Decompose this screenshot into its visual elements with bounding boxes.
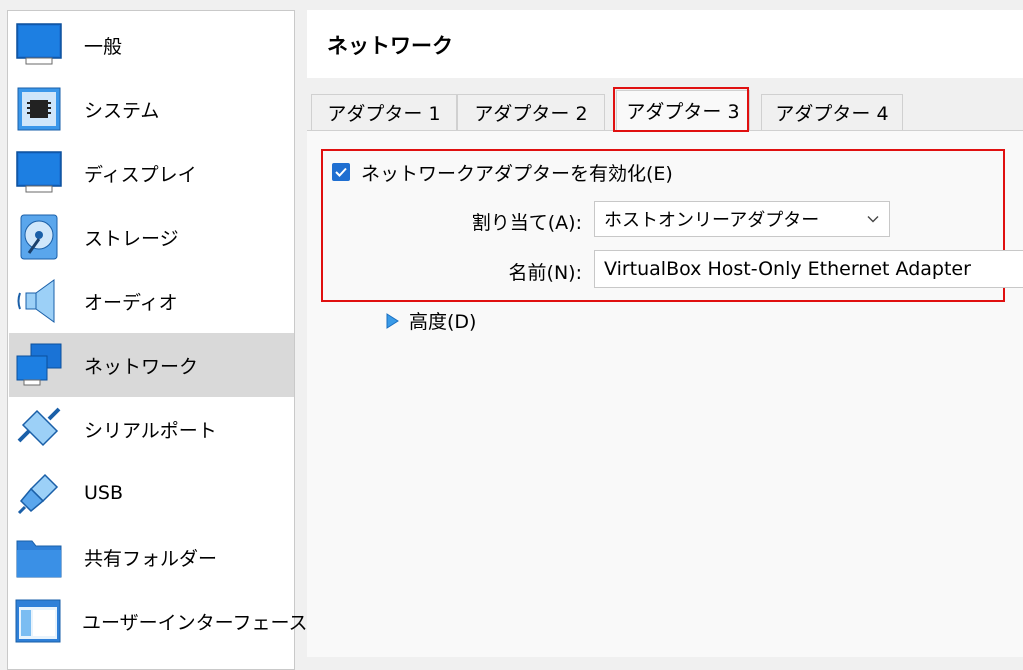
advanced-label: 高度(D) bbox=[409, 311, 477, 333]
serial-port-icon bbox=[15, 405, 63, 453]
tab-adapter-2[interactable]: アダプター 2 bbox=[457, 94, 605, 130]
sidebar-item-storage[interactable]: ストレージ bbox=[9, 205, 294, 269]
sidebar-item-label: USB bbox=[84, 482, 124, 504]
name-label: 名前(N): bbox=[508, 262, 582, 284]
attached-to-label: 割り当て(A): bbox=[471, 212, 582, 234]
sidebar-item-serial-port[interactable]: シリアルポート bbox=[9, 397, 294, 461]
sidebar-item-label: ディスプレイ bbox=[84, 163, 197, 186]
expand-triangle-icon bbox=[386, 312, 399, 329]
user-interface-icon bbox=[15, 597, 61, 645]
display-monitor-icon bbox=[15, 149, 63, 197]
tab-label: アダプター 1 bbox=[327, 103, 441, 125]
general-icon bbox=[15, 21, 63, 69]
checkmark-icon bbox=[335, 167, 347, 177]
sidebar-item-label: 一般 bbox=[84, 35, 123, 58]
network-icon bbox=[15, 341, 63, 389]
adapter-name-field[interactable]: VirtualBox Host-Only Ethernet Adapter bbox=[594, 250, 1023, 288]
adapter-name-value: VirtualBox Host-Only Ethernet Adapter bbox=[604, 258, 971, 280]
tab-adapter-1[interactable]: アダプター 1 bbox=[311, 94, 457, 130]
enable-adapter-checkbox[interactable] bbox=[332, 163, 350, 181]
attached-to-value: ホストオンリーアダプター bbox=[604, 210, 820, 231]
tab-adapter-4[interactable]: アダプター 4 bbox=[761, 94, 903, 130]
page-title: ネットワーク bbox=[327, 34, 453, 58]
sidebar-item-user-interface[interactable]: ユーザーインターフェース bbox=[9, 589, 308, 653]
sidebar-item-system[interactable]: システム bbox=[9, 77, 294, 141]
sidebar-item-audio[interactable]: オーディオ bbox=[9, 269, 294, 333]
system-chip-icon bbox=[15, 85, 63, 133]
sidebar-item-label: システム bbox=[84, 99, 160, 122]
active-tab-highlight-box bbox=[613, 87, 749, 132]
network-settings-panel: アダプター 1 アダプター 2 アダプター 3 アダプター 4 ネットワークアダ… bbox=[307, 78, 1023, 657]
usb-icon bbox=[15, 469, 63, 517]
sidebar-item-display[interactable]: ディスプレイ bbox=[9, 141, 294, 205]
sidebar-item-label: ネットワーク bbox=[84, 355, 199, 378]
sidebar-item-usb[interactable]: USB bbox=[9, 461, 294, 525]
sidebar-item-label: ストレージ bbox=[84, 227, 179, 250]
shared-folder-icon bbox=[15, 533, 63, 581]
storage-disk-icon bbox=[15, 213, 63, 261]
enable-adapter-label[interactable]: ネットワークアダプターを有効化(E) bbox=[361, 159, 673, 186]
settings-sidebar: 一般 システム ディスプレイ ストレージ オーディオ ネットワーク シリアルポー… bbox=[7, 10, 308, 670]
audio-speaker-icon bbox=[15, 277, 63, 325]
sidebar-item-label: 共有フォルダー bbox=[84, 547, 218, 570]
sidebar-item-label: オーディオ bbox=[84, 291, 178, 314]
attached-to-select[interactable]: ホストオンリーアダプター bbox=[594, 201, 890, 237]
sidebar-item-label: ユーザーインターフェース bbox=[82, 611, 308, 634]
sidebar-item-label: シリアルポート bbox=[84, 419, 217, 442]
chevron-down-icon bbox=[867, 216, 879, 223]
sidebar-item-general[interactable]: 一般 bbox=[9, 13, 294, 77]
advanced-expander[interactable]: 高度(D) bbox=[385, 307, 476, 334]
page-header: ネットワーク bbox=[307, 10, 1023, 78]
sidebar-item-network[interactable]: ネットワーク bbox=[9, 333, 294, 397]
tab-label: アダプター 2 bbox=[474, 103, 588, 125]
sidebar-item-shared-folder[interactable]: 共有フォルダー bbox=[9, 525, 294, 589]
tab-label: アダプター 4 bbox=[775, 103, 889, 125]
